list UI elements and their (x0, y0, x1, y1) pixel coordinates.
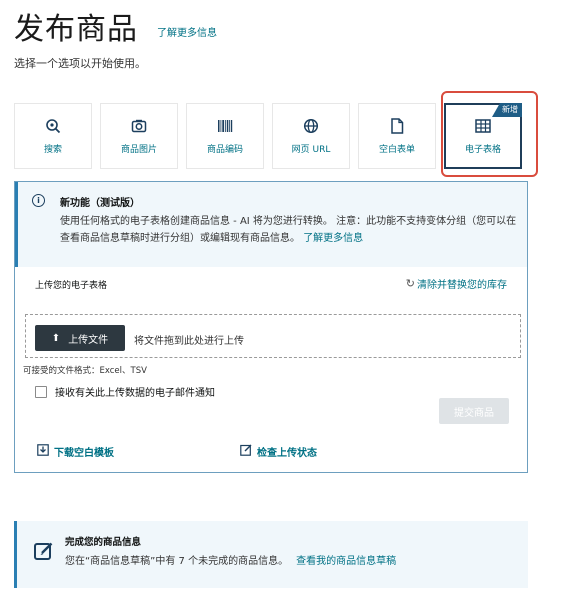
check-upload-status-link[interactable]: 检查上传状态 (240, 444, 317, 459)
check-upload-status-label: 检查上传状态 (257, 448, 317, 459)
draft-title: 完成您的商品信息 (65, 537, 142, 548)
draft-body-text: 您在“商品信息草稿”中有 7 个未完成的商品信息。 (65, 556, 289, 567)
option-label: 网页 URL (291, 145, 331, 155)
globe-icon (302, 117, 320, 135)
draft-notice: 完成您的商品信息 您在“商品信息草稿”中有 7 个未完成的商品信息。 查看我的商品… (14, 521, 528, 588)
selection-highlight (441, 91, 538, 177)
option-label: 商品编码 (206, 145, 243, 155)
email-notify-label: 接收有关此上传数据的电子邮件通知 (55, 388, 215, 399)
page-subtitle: 选择一个选项以开始使用。 (14, 57, 146, 70)
search-icon (44, 117, 62, 135)
beta-alert: i 新功能（测试版） 使用任何格式的电子表格创建商品信息 - AI 将为您进行转… (15, 182, 527, 267)
submit-products-button[interactable]: 提交商品 (439, 398, 509, 424)
option-product-code[interactable]: 商品编码 (186, 103, 264, 169)
drag-hint: 将文件拖到此处进行上传 (134, 336, 244, 347)
learn-more-link[interactable]: 了解更多信息 (157, 24, 217, 39)
alert-body-text: 使用任何格式的电子表格创建商品信息 - AI 将为您进行转换。 注意：此功能不支… (60, 216, 517, 244)
option-product-image[interactable]: 商品图片 (100, 103, 178, 169)
option-label: 空白表单 (378, 145, 415, 155)
alert-learn-more-link[interactable]: 了解更多信息 (303, 233, 363, 244)
upload-button-label: 上传文件 (68, 334, 109, 346)
option-blank-form[interactable]: 空白表单 (358, 103, 436, 169)
alert-title: 新功能（测试版） (60, 198, 140, 209)
upload-icon: ⬆ (51, 332, 61, 344)
view-drafts-link[interactable]: 查看我的商品信息草稿 (296, 556, 396, 567)
edit-icon (240, 444, 252, 459)
option-web-url[interactable]: 网页 URL (272, 103, 350, 169)
alert-body: 使用任何格式的电子表格创建商品信息 - AI 将为您进行转换。 注意：此功能不支… (60, 213, 520, 247)
email-notify-checkbox[interactable] (35, 385, 47, 398)
download-template-label: 下载空白模板 (54, 448, 114, 459)
barcode-icon (216, 117, 234, 135)
upload-label: 上传您的电子表格 (35, 281, 108, 291)
option-search[interactable]: 搜索 (14, 103, 92, 169)
option-label: 商品图片 (120, 145, 157, 155)
document-icon (388, 117, 406, 135)
draft-body: 您在“商品信息草稿”中有 7 个未完成的商品信息。 查看我的商品信息草稿 (65, 552, 396, 567)
spreadsheet-upload-panel: i 新功能（测试版） 使用任何格式的电子表格创建商品信息 - AI 将为您进行转… (14, 181, 528, 473)
upload-file-button[interactable]: ⬆ 上传文件 (35, 325, 125, 351)
edit-draft-icon (34, 541, 54, 565)
page-title: 发布商品 (14, 12, 138, 47)
download-icon (37, 444, 49, 459)
camera-icon (130, 117, 148, 135)
clear-replace-link[interactable]: ↻ 清除并替换您的库存 (406, 276, 507, 291)
refresh-icon: ↻ (405, 277, 415, 290)
info-icon: i (32, 194, 45, 207)
clear-replace-label: 清除并替换您的库存 (417, 280, 507, 291)
accepted-formats: 可接受的文件格式：Excel、TSV (23, 366, 147, 376)
download-template-link[interactable]: 下载空白模板 (37, 444, 114, 459)
option-label: 搜索 (43, 145, 62, 155)
file-dropzone[interactable]: ⬆ 上传文件 将文件拖到此处进行上传 (25, 314, 521, 358)
email-notify-option[interactable]: 接收有关此上传数据的电子邮件通知 (35, 384, 215, 399)
